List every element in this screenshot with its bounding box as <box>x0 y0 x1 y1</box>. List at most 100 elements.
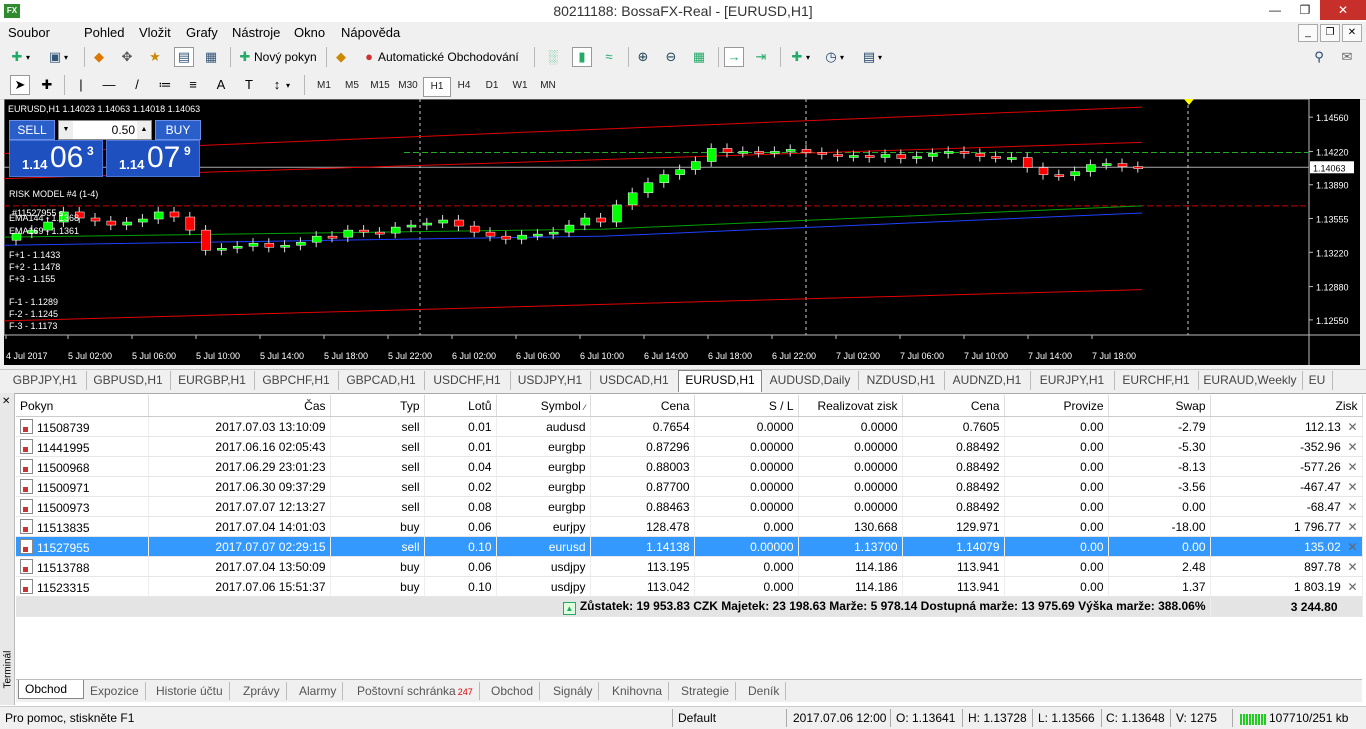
chart-tab[interactable]: EURJPY,H1 <box>1030 371 1115 390</box>
mdi-restore-button[interactable]: ❐ <box>1320 24 1340 42</box>
sell-price-button[interactable]: 1.14 06 3 <box>9 140 103 177</box>
crosshair-icon[interactable]: ✚ <box>38 76 56 94</box>
close-order-icon[interactable]: ✕ <box>1347 560 1357 574</box>
chart-tab[interactable]: NZDUSD,H1 <box>858 371 945 390</box>
col-ticket[interactable]: Pokyn <box>16 395 149 417</box>
chart-tab[interactable]: EU <box>1302 371 1333 390</box>
buy-button[interactable]: BUY <box>155 120 201 140</box>
fibonacci-icon[interactable]: ≡ <box>184 76 202 94</box>
col-current-price[interactable]: Cena <box>902 395 1005 417</box>
horizontal-line-icon[interactable]: — <box>100 76 118 94</box>
equidistant-channel-icon[interactable]: ≔ <box>156 76 174 94</box>
col-commission[interactable]: Provize <box>1004 395 1109 417</box>
table-row[interactable]: 11523315 2017.07.06 15:51:37 buy 0.10 usdjpy… <box>16 576 1363 597</box>
timeframe-m1[interactable]: M1 <box>311 77 337 95</box>
menu-window[interactable]: Okno <box>294 25 325 40</box>
table-row[interactable]: 11441995 2017.06.16 02:05:43 sell 0.01 eurgb… <box>16 436 1363 457</box>
col-profit[interactable]: Zisk <box>1210 395 1363 417</box>
tab-news[interactable]: Zprávy <box>237 682 287 700</box>
terminal-close-icon[interactable]: ✕ <box>2 396 10 407</box>
tab-mailbox[interactable]: Poštovní schránka 247 <box>351 682 480 700</box>
col-sl[interactable]: S / L <box>694 395 799 417</box>
close-order-icon[interactable]: ✕ <box>1347 500 1357 514</box>
buy-price-button[interactable]: 1.14 07 9 <box>106 140 200 177</box>
periods-icon[interactable]: ◷ <box>822 48 840 66</box>
candlestick-chart[interactable]: 1.14560 1.14220 1.13890 1.13555 1.13220 1.128… <box>4 99 1360 365</box>
zoom-out-icon[interactable]: ⊖ <box>662 48 680 66</box>
profiles-icon[interactable]: ▣ <box>46 48 64 66</box>
close-order-icon[interactable]: ✕ <box>1347 540 1357 554</box>
cursor-icon[interactable]: ➤ <box>10 75 30 95</box>
vertical-line-icon[interactable]: | <box>72 76 90 94</box>
chart-tab[interactable]: USDCHF,H1 <box>424 371 511 390</box>
tab-journal[interactable]: Deník <box>742 682 787 700</box>
tab-library[interactable]: Knihovna <box>606 682 670 700</box>
tab-trade[interactable]: Obchod <box>18 680 84 699</box>
tab-exposure[interactable]: Expozice <box>84 682 146 700</box>
table-row[interactable]: 11513788 2017.07.04 13:50:09 buy 0.06 usdjpy… <box>16 556 1363 577</box>
bar-chart-icon[interactable]: ░ <box>544 48 562 66</box>
close-order-icon[interactable]: ✕ <box>1347 580 1357 594</box>
menu-view[interactable]: Pohled <box>84 25 124 40</box>
templates-icon[interactable]: ▤ <box>860 48 878 66</box>
timeframe-h1[interactable]: H1 <box>423 77 451 97</box>
table-row[interactable]: 11527955 2017.07.07 02:29:15 sell 0.10 eurus… <box>16 536 1363 557</box>
chart-tab[interactable]: GBPJPY,H1 <box>4 371 87 390</box>
table-row[interactable]: 11500973 2017.07.07 12:13:27 sell 0.08 eurgb… <box>16 496 1363 517</box>
menu-tools[interactable]: Nástroje <box>232 25 280 40</box>
table-row[interactable]: 11500971 2017.06.30 09:37:29 sell 0.02 eurgb… <box>16 476 1363 497</box>
chart-tab[interactable]: USDJPY,H1 <box>510 371 591 390</box>
menu-help[interactable]: Nápověda <box>341 25 400 40</box>
auto-trading-button[interactable]: ● Automatické Obchodování <box>360 47 519 67</box>
zoom-in-icon[interactable]: ⊕ <box>634 48 652 66</box>
tester-icon[interactable]: ▦ <box>202 48 220 66</box>
col-symbol[interactable]: Symbol ∕ <box>496 395 591 417</box>
mdi-minimize-button[interactable]: _ <box>1298 24 1318 42</box>
timeframe-d1[interactable]: D1 <box>479 77 505 95</box>
col-price[interactable]: Cena <box>590 395 695 417</box>
table-row[interactable]: 11513835 2017.07.04 14:01:03 buy 0.06 eurjpy… <box>16 516 1363 537</box>
line-chart-icon[interactable]: ≈ <box>600 48 618 66</box>
close-order-icon[interactable]: ✕ <box>1347 520 1357 534</box>
tab-alerts[interactable]: Alarmy <box>293 682 344 700</box>
close-order-icon[interactable]: ✕ <box>1347 480 1357 494</box>
close-order-icon[interactable]: ✕ <box>1347 420 1357 434</box>
chart-shift-icon[interactable]: ⇥ <box>752 48 770 66</box>
chart-tab[interactable]: GBPUSD,H1 <box>86 371 171 390</box>
terminal-icon[interactable]: ▤ <box>174 47 194 67</box>
text-label-icon[interactable]: T <box>240 76 258 94</box>
text-icon[interactable]: A <box>212 76 230 94</box>
menu-insert[interactable]: Vložit <box>139 25 171 40</box>
menu-file[interactable]: Soubor <box>8 25 50 40</box>
chart-tab[interactable]: AUDUSD,Daily <box>762 371 859 390</box>
new-order-button[interactable]: ✚ Nový pokyn <box>236 47 317 67</box>
auto-scroll-icon[interactable]: → <box>724 47 744 67</box>
navigator-icon[interactable]: ✥ <box>118 48 136 66</box>
timeframe-m5[interactable]: M5 <box>339 77 365 95</box>
timeframe-w1[interactable]: W1 <box>507 77 533 95</box>
tab-signals[interactable]: Signály <box>547 682 600 700</box>
chart-tab[interactable]: EURAUD,Weekly <box>1198 371 1303 390</box>
timeframe-mn[interactable]: MN <box>535 77 561 95</box>
chart-tab[interactable]: AUDNZD,H1 <box>944 371 1031 390</box>
chart-tab[interactable]: EURCHF,H1 <box>1114 371 1199 390</box>
chart-tab[interactable]: USDCAD,H1 <box>590 371 679 390</box>
candlestick-icon[interactable]: ▮ <box>572 47 592 67</box>
table-row[interactable]: 11500968 2017.06.29 23:01:23 sell 0.04 eurgb… <box>16 456 1363 477</box>
close-order-icon[interactable]: ✕ <box>1347 460 1357 474</box>
chart-tab[interactable]: GBPCHF,H1 <box>254 371 339 390</box>
col-type[interactable]: Typ <box>330 395 425 417</box>
col-time[interactable]: Čas <box>148 395 331 417</box>
new-chart-icon[interactable]: ✚ <box>8 48 26 66</box>
timeframe-m30[interactable]: M30 <box>395 77 421 95</box>
chat-icon[interactable]: ✉ <box>1338 48 1356 66</box>
timeframe-h4[interactable]: H4 <box>451 77 477 95</box>
tab-account-history[interactable]: Historie účtu <box>150 682 230 700</box>
sell-button[interactable]: SELL <box>9 120 55 140</box>
chart-tab[interactable]: GBPCAD,H1 <box>338 371 425 390</box>
search-icon[interactable]: ⚲ <box>1310 48 1328 66</box>
timeframe-m15[interactable]: M15 <box>367 77 393 95</box>
lot-increase-icon[interactable]: ▲ <box>137 121 151 139</box>
col-swap[interactable]: Swap <box>1108 395 1211 417</box>
maximize-button[interactable]: ❐ <box>1290 0 1320 20</box>
